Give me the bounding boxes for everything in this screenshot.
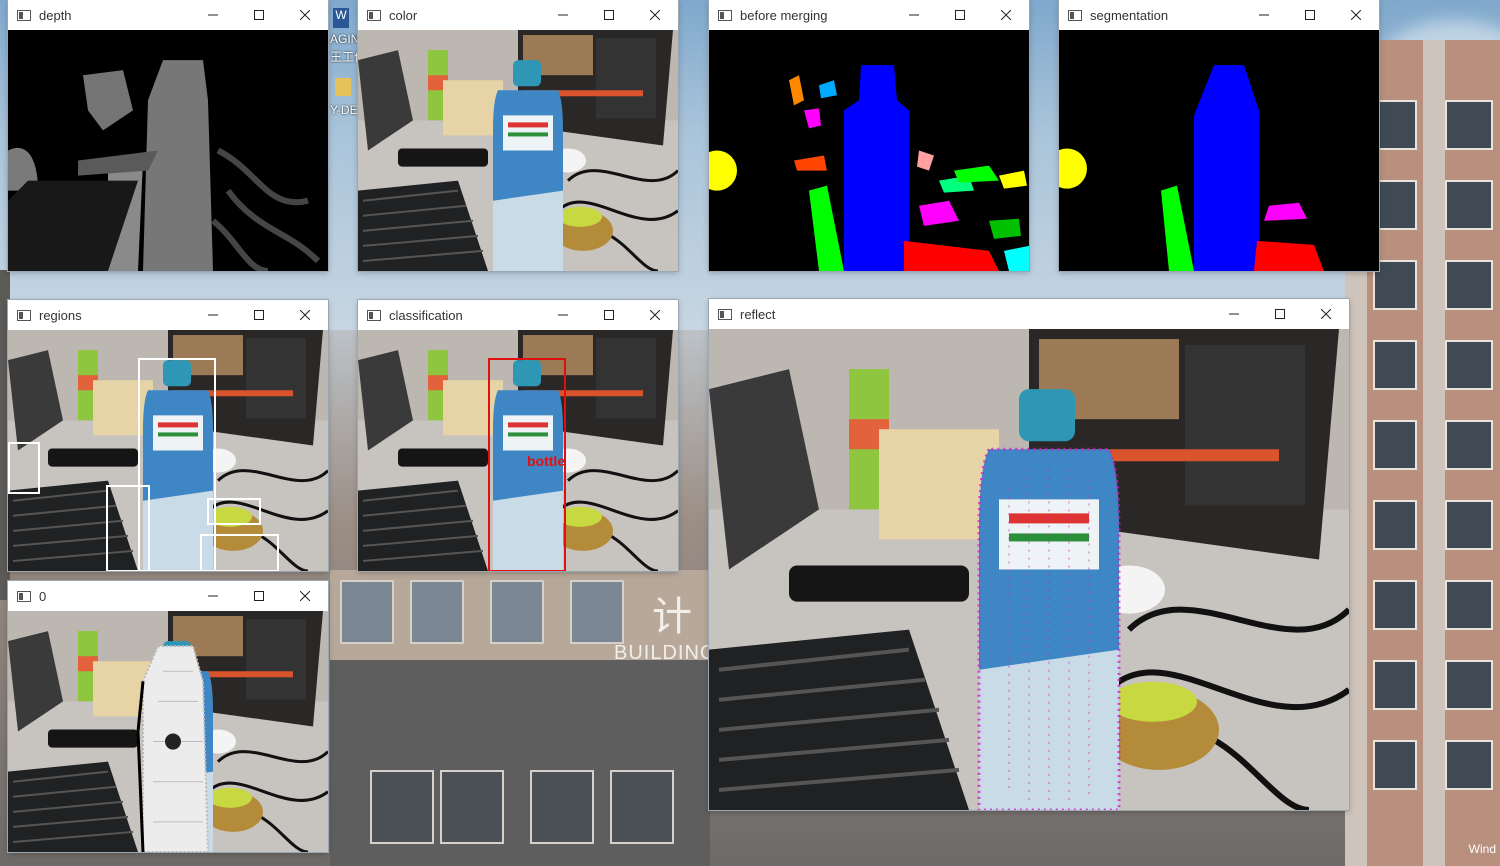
window-zero[interactable]: 0 [8,581,328,852]
window-app-icon [718,9,732,21]
window-app-icon [17,309,31,321]
minimize-icon [909,10,919,20]
titlebar[interactable]: regions [8,300,328,330]
close-button[interactable] [282,581,328,611]
segmentation-image [1059,30,1379,271]
window-title: before merging [740,7,828,23]
close-button[interactable] [983,0,1029,30]
window-color[interactable]: color [358,0,678,271]
close-button[interactable] [282,0,328,30]
close-icon [1001,10,1011,20]
depth-image [8,30,328,271]
minimize-icon [558,310,568,320]
close-icon [1321,309,1331,319]
color-image [358,30,678,271]
window-title: depth [39,7,72,23]
window-app-icon [17,590,31,602]
close-button[interactable] [632,0,678,30]
window-title: color [389,7,418,23]
close-icon [300,591,310,601]
window-title: regions [39,307,82,323]
maximize-button[interactable] [236,300,282,330]
maximize-icon [1305,10,1315,20]
window-reflect[interactable]: reflect [709,299,1349,810]
titlebar[interactable]: reflect [709,299,1349,329]
minimize-button[interactable] [190,0,236,30]
maximize-button[interactable] [586,0,632,30]
titlebar[interactable]: depth [8,0,328,30]
close-icon [650,310,660,320]
taskbar-corner-text: Wind [1468,842,1496,856]
minimize-button[interactable] [1241,0,1287,30]
minimize-icon [208,591,218,601]
window-app-icon [1068,9,1082,21]
detection-label: bottle [527,453,565,469]
close-icon [300,310,310,320]
titlebar[interactable]: color [358,0,678,30]
maximize-icon [254,310,264,320]
window-app-icon [718,308,732,320]
minimize-icon [558,10,568,20]
minimize-icon [208,310,218,320]
maximize-button[interactable] [236,0,282,30]
word-icon[interactable]: W [333,8,349,28]
window-app-icon [17,9,31,21]
titlebar[interactable]: classification [358,300,678,330]
close-button[interactable] [282,300,328,330]
maximize-icon [254,10,264,20]
zero-image [8,611,328,852]
window-title: classification [389,307,463,323]
building-sign-text: BUILDING [614,642,717,664]
titlebar[interactable]: 0 [8,581,328,611]
window-regions[interactable]: regions [8,300,328,571]
window-before-merging[interactable]: before merging [709,0,1029,271]
minimize-button[interactable] [190,300,236,330]
close-icon [1351,10,1361,20]
minimize-icon [208,10,218,20]
maximize-icon [604,10,614,20]
minimize-icon [1229,309,1239,319]
maximize-icon [955,10,965,20]
minimize-button[interactable] [540,300,586,330]
titlebar[interactable]: before merging [709,0,1029,30]
maximize-button[interactable] [1287,0,1333,30]
maximize-button[interactable] [937,0,983,30]
close-icon [650,10,660,20]
maximize-button[interactable] [1257,299,1303,329]
maximize-icon [1275,309,1285,319]
window-app-icon [367,309,381,321]
window-title: 0 [39,588,47,604]
classification-image: bottle [358,330,678,571]
close-button[interactable] [1303,299,1349,329]
maximize-button[interactable] [586,300,632,330]
close-button[interactable] [632,300,678,330]
window-title: segmentation [1090,7,1169,23]
maximize-button[interactable] [236,581,282,611]
minimize-icon [1259,10,1269,20]
minimize-button[interactable] [540,0,586,30]
window-classification[interactable]: classification bottle [358,300,678,571]
window-depth[interactable]: depth [8,0,328,271]
window-segmentation[interactable]: segmentation [1059,0,1379,271]
reflect-image [709,329,1349,810]
minimize-button[interactable] [891,0,937,30]
maximize-icon [604,310,614,320]
minimize-button[interactable] [190,581,236,611]
titlebar[interactable]: segmentation [1059,0,1379,30]
before-merging-image [709,30,1029,271]
building-sign-glyph: 计 [652,595,692,639]
close-icon [300,10,310,20]
minimize-button[interactable] [1211,299,1257,329]
close-button[interactable] [1333,0,1379,30]
window-title: reflect [740,306,776,322]
window-app-icon [367,9,381,21]
regions-image [8,330,328,571]
maximize-icon [254,591,264,601]
folder-icon[interactable] [335,78,351,96]
